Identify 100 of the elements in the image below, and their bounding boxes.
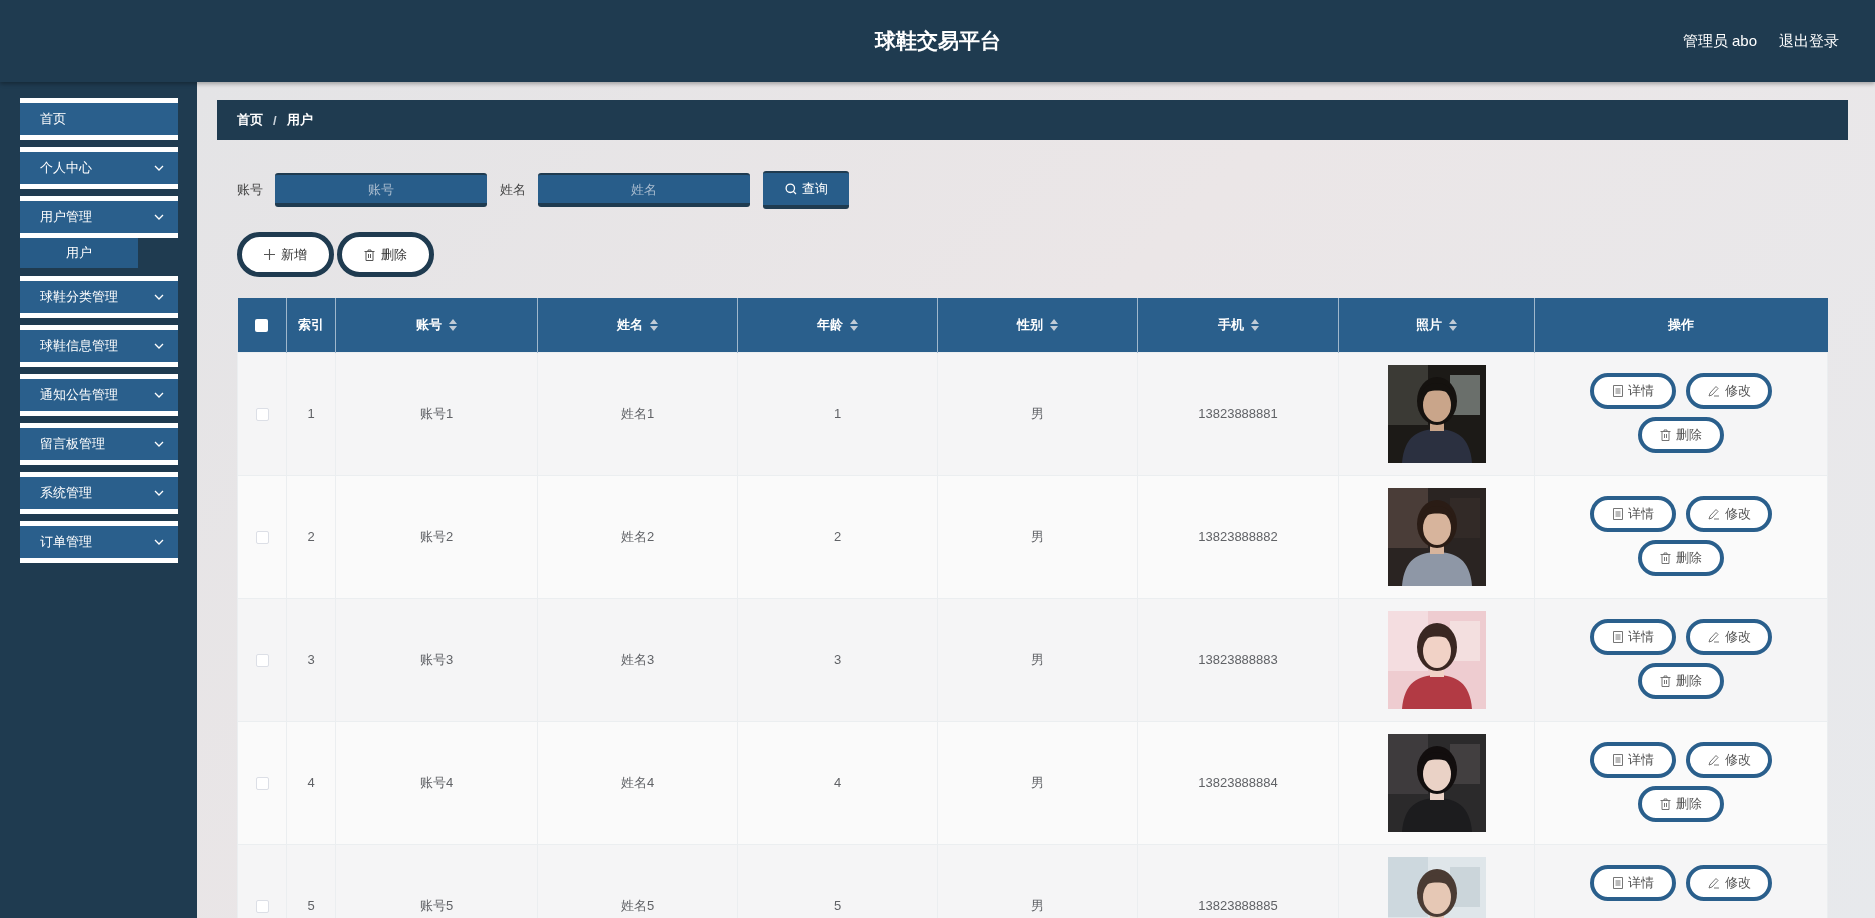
table-cell: 姓名5 xyxy=(620,897,655,913)
sidebar-item[interactable]: 球鞋信息管理 xyxy=(20,325,178,367)
detail-button[interactable]: 详情 xyxy=(1590,618,1676,655)
field-label: 姓名 xyxy=(500,181,526,199)
search-icon xyxy=(784,183,797,195)
delete-button[interactable]: 删除 xyxy=(1638,416,1724,453)
column-title: 账号 xyxy=(416,315,442,334)
trash-icon xyxy=(1660,551,1671,564)
chevron-down-icon xyxy=(154,539,164,545)
table-cell: 13823888885 xyxy=(1198,898,1278,913)
table-cell: 男 xyxy=(1031,528,1044,544)
table-cell: 姓名1 xyxy=(620,405,655,421)
pencil-icon xyxy=(1707,384,1720,397)
pencil-icon xyxy=(1707,630,1720,643)
table-cell: 账号3 xyxy=(419,651,454,667)
detail-button[interactable]: 详情 xyxy=(1590,864,1676,901)
delete-button[interactable]: 删除 xyxy=(337,232,434,277)
trash-icon xyxy=(1660,674,1671,687)
table-cell: 4 xyxy=(833,775,842,790)
checkbox[interactable] xyxy=(255,531,269,545)
column-title: 照片 xyxy=(1416,315,1442,334)
table-cell: 4 xyxy=(307,775,315,790)
table-cell: 姓名3 xyxy=(620,651,655,667)
trash-icon xyxy=(364,248,375,261)
sidebar-subitem[interactable]: 用户 xyxy=(20,238,138,268)
add-button[interactable]: 新增 xyxy=(237,232,334,277)
breadcrumb-link[interactable]: 首页 xyxy=(237,111,263,129)
chevron-down-icon xyxy=(154,441,164,447)
sidebar-item[interactable]: 用户管理 xyxy=(20,196,178,238)
table-cell: 13823888881 xyxy=(1198,406,1278,421)
breadcrumb-link[interactable]: 用户 xyxy=(286,111,313,129)
trash-icon xyxy=(1660,797,1671,810)
sidebar-item[interactable]: 系统管理 xyxy=(20,472,178,514)
column-title: 姓名 xyxy=(617,315,643,334)
checkbox[interactable] xyxy=(255,900,269,914)
table-cell: 男 xyxy=(1031,774,1044,790)
app-title: 球鞋交易平台 xyxy=(874,28,1001,54)
sidebar-item[interactable]: 个人中心 xyxy=(20,147,178,189)
edit-button[interactable]: 修改 xyxy=(1686,618,1772,655)
document-icon xyxy=(1612,384,1623,397)
logout-link[interactable]: 退出登录 xyxy=(1779,32,1839,51)
table-cell: 2 xyxy=(833,529,842,544)
sort-icon[interactable] xyxy=(850,318,858,331)
search-button[interactable]: 查询 xyxy=(763,171,849,209)
document-icon xyxy=(1612,630,1623,643)
pencil-icon xyxy=(1707,507,1720,520)
table-cell: 3 xyxy=(307,652,315,667)
sort-icon[interactable] xyxy=(1050,318,1058,331)
sort-icon[interactable] xyxy=(1250,318,1259,331)
pencil-icon xyxy=(1707,876,1720,889)
table-cell: 姓名4 xyxy=(620,774,655,790)
edit-button[interactable]: 修改 xyxy=(1686,495,1772,532)
table-cell: 账号1 xyxy=(419,405,454,421)
sidebar-item[interactable]: 球鞋分类管理 xyxy=(20,276,178,318)
checkbox[interactable] xyxy=(255,654,269,668)
detail-button[interactable]: 详情 xyxy=(1590,372,1676,409)
admin-label: 管理员 abo xyxy=(1682,32,1757,51)
table-cell: 5 xyxy=(833,898,842,913)
search-field[interactable]: 账号 xyxy=(275,173,487,207)
detail-button[interactable]: 详情 xyxy=(1590,741,1676,778)
document-icon xyxy=(1612,507,1623,520)
document-icon xyxy=(1612,876,1623,889)
breadcrumb-separator: / xyxy=(273,112,277,128)
table-cell: 账号2 xyxy=(419,528,454,544)
table-cell: 男 xyxy=(1031,651,1044,667)
table-cell: 账号5 xyxy=(419,897,454,913)
edit-button[interactable]: 修改 xyxy=(1686,372,1772,409)
table-cell: 5 xyxy=(307,898,315,913)
pencil-icon xyxy=(1707,753,1720,766)
chevron-down-icon xyxy=(154,165,164,171)
chevron-down-icon xyxy=(154,294,164,300)
sidebar-item[interactable]: 订单管理 xyxy=(20,521,178,563)
sort-icon[interactable] xyxy=(650,318,658,331)
sidebar-item[interactable]: 留言板管理 xyxy=(20,423,178,465)
edit-button[interactable]: 修改 xyxy=(1686,741,1772,778)
trash-icon xyxy=(1660,428,1671,441)
checkbox[interactable] xyxy=(255,408,269,422)
table-cell: 13823888884 xyxy=(1198,775,1278,790)
delete-button[interactable]: 删除 xyxy=(1638,662,1724,699)
chevron-down-icon xyxy=(154,343,164,349)
column-title: 操作 xyxy=(1668,315,1695,334)
sidebar-item[interactable]: 通知公告管理 xyxy=(20,374,178,416)
table-cell: 13823888883 xyxy=(1198,652,1278,667)
table-cell: 男 xyxy=(1031,405,1044,421)
search-field[interactable]: 姓名 xyxy=(538,173,750,207)
table-cell: 男 xyxy=(1031,897,1044,913)
chevron-down-icon xyxy=(154,490,164,496)
checkbox[interactable] xyxy=(255,777,269,791)
delete-button[interactable]: 删除 xyxy=(1638,539,1724,576)
sidebar-item[interactable]: 首页 xyxy=(20,98,178,140)
edit-button[interactable]: 修改 xyxy=(1686,864,1772,901)
field-label: 账号 xyxy=(237,181,263,199)
delete-button[interactable]: 删除 xyxy=(1638,785,1724,822)
column-title: 手机 xyxy=(1217,315,1244,334)
detail-button[interactable]: 详情 xyxy=(1590,495,1676,532)
checkbox[interactable] xyxy=(255,319,269,333)
table-cell: 2 xyxy=(307,529,315,544)
column-title: 性别 xyxy=(1017,315,1043,334)
sort-icon[interactable] xyxy=(449,318,457,331)
sort-icon[interactable] xyxy=(1449,318,1457,331)
